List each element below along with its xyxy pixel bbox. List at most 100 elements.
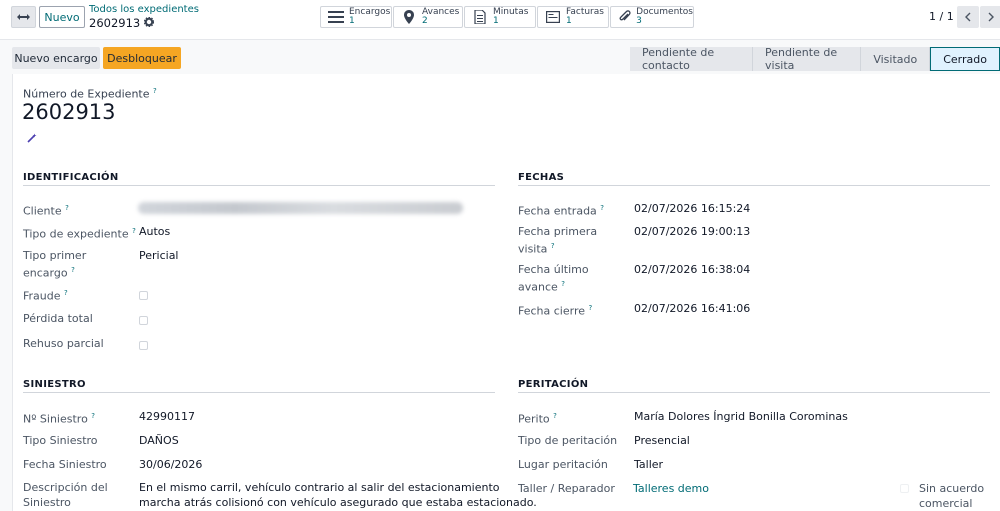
field-label-fecha-siniestro: Fecha Siniestro [23, 458, 107, 471]
field-label-text: Fecha primera [518, 225, 598, 238]
breadcrumb-current: 2602913 [89, 16, 199, 30]
smart-button-minutas[interactable]: Minutas 1 [464, 6, 536, 28]
field-label-tipo-primer-encargo: Tipo primer encargo ? [23, 248, 86, 281]
section-title-fechas: FECHAS [518, 172, 565, 183]
section-title-identificacion: IDENTIFICACIÓN [23, 172, 119, 183]
descripcion-line: marcha atrás colisionó con vehículo aseg… [139, 496, 537, 509]
tipo-expediente-value[interactable]: Autos [139, 224, 170, 239]
field-label-fecha-cierre: Fecha cierre ? [518, 301, 592, 319]
help-icon[interactable]: ? [91, 412, 95, 420]
field-label-text: visita [518, 242, 548, 256]
new-order-button[interactable]: Nuevo encargo [12, 47, 100, 69]
stage-visitado[interactable]: Visitado [861, 47, 931, 71]
field-label-text: comercial [919, 497, 973, 510]
section-divider [518, 185, 990, 186]
breadcrumb: Todos los expedientes 2602913 [89, 4, 199, 30]
field-label-perito: Perito ? [518, 409, 557, 427]
perdida-total-checkbox[interactable] [139, 316, 148, 325]
help-icon[interactable]: ? [153, 87, 157, 95]
help-icon[interactable]: ? [64, 289, 68, 297]
field-label-text: Perito [518, 412, 550, 426]
record-number: 2602913 [22, 100, 116, 124]
control-panel: Nuevo Todos los expedientes 2602913 Enca… [0, 0, 1000, 40]
help-icon[interactable]: ? [553, 412, 557, 420]
stage-cerrado[interactable]: Cerrado [930, 47, 1000, 71]
field-label-text: Fecha último [518, 263, 589, 276]
field-label-text: Descripción del [23, 481, 108, 494]
record-number-label: Número de Expediente ? [23, 87, 157, 101]
smart-button-label: Documentos [636, 7, 693, 17]
pager-value: 1 / 1 [929, 10, 954, 23]
cliente-value-redacted[interactable] [138, 202, 463, 214]
help-icon[interactable]: ? [71, 266, 75, 274]
field-label-fraude: Fraude ? [23, 286, 68, 304]
sin-acuerdo-checkbox[interactable] [900, 484, 909, 493]
fecha-ultimo-avance-value[interactable]: 02/07/2026 16:38:04 [634, 262, 750, 277]
stage-pendiente-contacto[interactable]: Pendiente de contacto [630, 46, 753, 72]
help-icon[interactable]: ? [600, 204, 604, 212]
fecha-siniestro-value[interactable]: 30/06/2026 [139, 457, 202, 472]
help-icon[interactable]: ? [132, 227, 136, 235]
help-icon[interactable]: ? [65, 204, 69, 212]
taller-reparador-link[interactable]: Talleres demo [633, 481, 709, 496]
lugar-peritacion-value[interactable]: Taller [634, 457, 663, 472]
chevron-right-icon[interactable] [980, 6, 1000, 28]
section-title-peritacion: PERITACIÓN [518, 379, 589, 390]
smart-button-facturas[interactable]: Facturas 1 [537, 6, 609, 28]
field-label-text: avance [518, 280, 558, 294]
fraude-checkbox[interactable] [139, 291, 148, 300]
field-label-text: Siniestro [23, 496, 71, 509]
smart-button-documentos[interactable]: Documentos 3 [610, 6, 694, 28]
unlock-button[interactable]: Desbloquear [103, 47, 181, 69]
fecha-primera-visita-value[interactable]: 02/07/2026 19:00:13 [634, 224, 750, 239]
smart-button-encargos[interactable]: Encargos 1 [320, 6, 392, 28]
field-label-fecha-ultimo-avance: Fecha último avance ? [518, 262, 589, 295]
gear-icon[interactable] [144, 16, 155, 30]
invoice-icon [544, 8, 562, 26]
map-pin-icon [400, 8, 418, 26]
numero-siniestro-value[interactable]: 42990117 [139, 409, 195, 424]
field-label-text: Fraude [23, 289, 61, 303]
field-label-fecha-entrada: Fecha entrada ? [518, 201, 604, 219]
field-label-numero-siniestro: Nº Siniestro ? [23, 409, 95, 427]
new-button[interactable]: Nuevo [39, 6, 85, 28]
section-divider [23, 392, 495, 393]
descripcion-siniestro-value[interactable]: En el mismo carril, vehículo contrario a… [139, 480, 537, 510]
field-label-tipo-siniestro: Tipo Siniestro [23, 434, 98, 447]
fecha-cierre-value[interactable]: 02/07/2026 16:41:06 [634, 301, 750, 316]
rehuso-parcial-checkbox[interactable] [139, 341, 148, 350]
field-label-text: Tipo primer [23, 249, 87, 262]
smart-button-count: 1 [349, 16, 355, 26]
field-label-taller-reparador: Taller / Reparador [518, 482, 615, 495]
tipo-peritacion-value[interactable]: Presencial [634, 433, 690, 448]
tipo-primer-encargo-value[interactable]: Pericial [139, 248, 179, 263]
expand-icon[interactable] [11, 6, 36, 28]
field-label-text: Nº Siniestro [23, 412, 88, 426]
perito-value[interactable]: María Dolores Íngrid Bonilla Corominas [634, 409, 848, 424]
field-label-tipo-peritacion: Tipo de peritación [518, 434, 618, 447]
magic-wand-icon[interactable] [27, 133, 37, 146]
chevron-left-icon[interactable] [957, 6, 979, 28]
field-label-lugar-peritacion: Lugar peritación [518, 458, 608, 471]
breadcrumb-parent-link[interactable]: Todos los expedientes [89, 4, 199, 16]
smart-button-avances[interactable]: Avances 2 [393, 6, 463, 28]
tipo-siniestro-value[interactable]: DAÑOS [139, 433, 179, 448]
section-title-siniestro: SINIESTRO [23, 379, 86, 390]
smart-button-count: 3 [636, 16, 642, 26]
field-label-text: Cliente [23, 204, 62, 218]
smart-button-count: 1 [566, 16, 572, 26]
field-label-text: Sin acuerdo [919, 482, 985, 495]
field-label-cliente: Cliente ? [23, 201, 69, 219]
field-label-text: Fecha cierre [518, 304, 585, 318]
help-icon[interactable]: ? [561, 280, 565, 288]
record-number-label-text: Número de Expediente [23, 87, 150, 101]
smart-button-count: 1 [493, 16, 499, 26]
stage-pendiente-visita[interactable]: Pendiente de visita [753, 46, 862, 72]
descripcion-line: En el mismo carril, vehículo contrario a… [139, 481, 500, 494]
fecha-entrada-value[interactable]: 02/07/2026 16:15:24 [634, 201, 750, 216]
help-icon[interactable]: ? [551, 242, 555, 250]
stage-pipeline: Pendiente de contacto Pendiente de visit… [630, 46, 1000, 72]
field-label-fecha-primera-visita: Fecha primera visita ? [518, 224, 597, 257]
field-label-descripcion-siniestro: Descripción del Siniestro [23, 480, 108, 510]
help-icon[interactable]: ? [589, 304, 593, 312]
